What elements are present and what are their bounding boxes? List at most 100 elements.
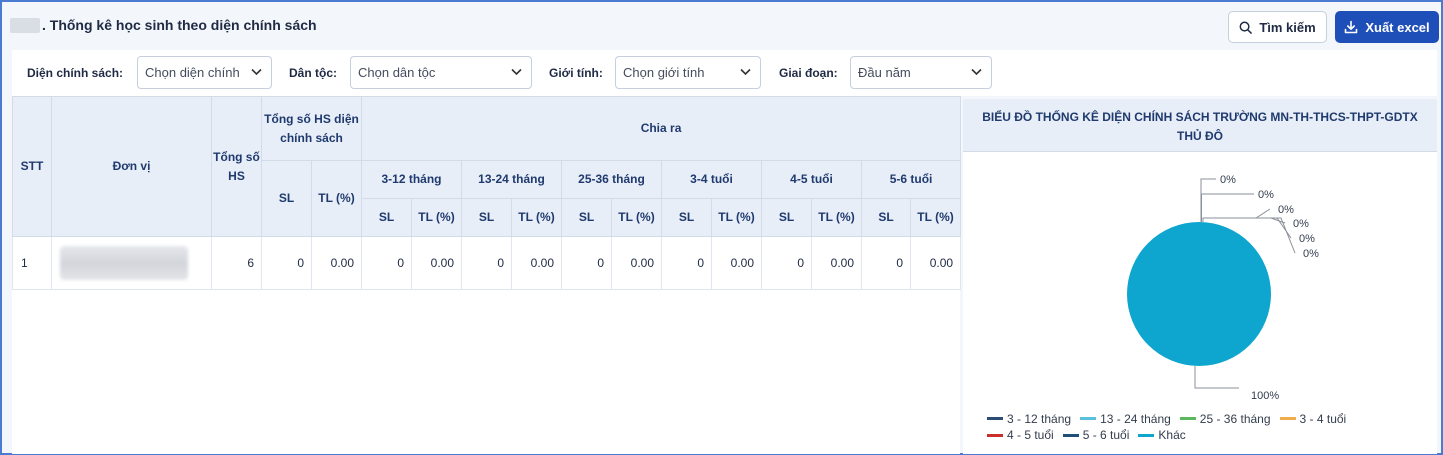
- slice-label-6: 100%: [1251, 390, 1279, 402]
- header-sl: SL: [661, 198, 712, 237]
- app-frame: . Thống kê học sinh theo diện chính sách…: [0, 0, 1443, 455]
- legend-item-0[interactable]: 3 - 12 tháng: [987, 412, 1071, 426]
- period-select[interactable]: Đầu năm: [850, 56, 992, 89]
- header-group-5-6-years: 5-6 tuổi: [860, 160, 962, 199]
- page-title: . Thống kê học sinh theo diện chính sách: [42, 17, 317, 33]
- header-tl: TL (%): [811, 198, 862, 237]
- legend-item-1[interactable]: 13 - 24 tháng: [1080, 412, 1171, 426]
- chevron-down-icon: [971, 68, 982, 76]
- legend-swatch-1: [1080, 417, 1097, 420]
- header-sl: SL: [361, 198, 412, 237]
- table-row[interactable]: 1 6 0 0.00 0 0.00 0 0.00 0 0.00 0 0.00 0…: [12, 236, 962, 290]
- policy-select[interactable]: Chọn diện chính: [137, 56, 272, 89]
- cell-sl: 0: [861, 236, 911, 290]
- gender-select[interactable]: Chọn giới tính: [615, 56, 761, 89]
- ethnic-select[interactable]: Chọn dân tộc: [350, 56, 532, 89]
- header-policy-tl: TL (%): [311, 160, 362, 237]
- ethnic-filter-label: Dân tộc:: [289, 66, 337, 80]
- export-button-label: Xuất excel: [1365, 19, 1430, 35]
- cell-tl: 0.00: [611, 236, 662, 290]
- legend-item-5[interactable]: 5 - 6 tuổi: [1062, 428, 1130, 442]
- period-filter-label: Giai đoạn:: [779, 66, 838, 80]
- header-unit: Đơn vị: [51, 96, 212, 237]
- policy-filter-label: Diện chính sách:: [27, 66, 124, 80]
- header-sl: SL: [761, 198, 812, 237]
- period-select-value: Đầu năm: [858, 65, 911, 80]
- legend-swatch-4: [987, 433, 1003, 437]
- statistics-table: STT Đơn vị Tổng số HS Tổng số HS diện ch…: [12, 96, 962, 290]
- header-tl: TL (%): [909, 198, 962, 237]
- legend-label-3: 3 - 4 tuổi: [1299, 411, 1347, 426]
- slice-label-5: 0%: [1303, 248, 1319, 260]
- legend-item-2[interactable]: 25 - 36 tháng: [1179, 411, 1271, 426]
- header-sl: SL: [461, 198, 512, 237]
- header-tl: TL (%): [611, 198, 662, 237]
- header-stt: STT: [12, 96, 52, 237]
- legend-label-2: 25 - 36 tháng: [1199, 411, 1271, 426]
- leader-line-3: [1202, 217, 1286, 224]
- pie-slice-6[interactable]: [1127, 222, 1271, 366]
- header-breakdown: Chia ra: [360, 96, 962, 161]
- header-policy-total: Tổng số HS diện chính sách: [261, 96, 362, 161]
- redacted-title-prefix: [10, 17, 40, 33]
- cell-sl: 0: [361, 236, 412, 290]
- legend-item-3[interactable]: 3 - 4 tuổi: [1279, 411, 1347, 426]
- cell-policy-tl: 0.00: [311, 236, 362, 290]
- chevron-down-icon: [740, 68, 751, 76]
- legend-item-6[interactable]: Khác: [1138, 428, 1186, 442]
- slice-label-4: 0%: [1299, 233, 1315, 245]
- statistics-table-area: STT Đơn vị Tổng số HS Tổng số HS diện ch…: [12, 96, 962, 454]
- cell-tl: 0.00: [811, 236, 862, 290]
- leader-line-0: [1200, 178, 1216, 222]
- header-group-25-36-months: 25-36 tháng: [561, 160, 662, 199]
- gender-filter-label: Giới tính:: [549, 66, 603, 80]
- legend-label-6: Khác: [1158, 428, 1186, 442]
- gender-select-value: Chọn giới tính: [623, 65, 705, 80]
- header-sl: SL: [561, 198, 612, 237]
- search-button-label: Tìm kiếm: [1259, 19, 1316, 35]
- cell-policy-sl: 0: [261, 236, 312, 290]
- header-group-13-24-months: 13-24 tháng: [461, 160, 562, 199]
- cell-total: 6: [211, 236, 262, 290]
- page-header: . Thống kê học sinh theo diện chính sách…: [8, 8, 1439, 46]
- legend-swatch-0: [987, 417, 1003, 420]
- leader-line-6: [1194, 366, 1239, 389]
- cell-tl: 0.00: [411, 236, 462, 290]
- cell-unit: [51, 236, 212, 290]
- chart-legend: 3 - 12 tháng 13 - 24 tháng 25 - 36 tháng 3 …: [987, 409, 1427, 442]
- cell-stt: 1: [12, 236, 52, 290]
- slice-label-0: 0%: [1220, 174, 1236, 186]
- cell-sl: 0: [661, 236, 712, 290]
- filter-bar: Diện chính sách: Chọn diện chính Dân tộc…: [12, 50, 1437, 96]
- slice-label-3: 0%: [1293, 218, 1309, 230]
- download-icon: [1345, 20, 1358, 34]
- legend-item-4[interactable]: 4 - 5 tuổi: [987, 428, 1054, 442]
- leader-line-2: [1202, 208, 1271, 222]
- legend-label-5: 5 - 6 tuổi: [1082, 428, 1130, 442]
- slice-label-2: 0%: [1278, 204, 1294, 216]
- cell-sl: 0: [561, 236, 612, 290]
- policy-select-value: Chọn diện chính: [145, 65, 240, 80]
- header-total: Tổng số HS: [211, 96, 262, 237]
- legend-label-4: 4 - 5 tuổi: [1007, 428, 1054, 442]
- header-tl: TL (%): [411, 198, 462, 237]
- export-excel-button[interactable]: Xuất excel: [1335, 11, 1439, 43]
- redacted-unit-name: [60, 246, 188, 280]
- legend-swatch-2: [1179, 417, 1196, 420]
- chevron-down-icon: [251, 68, 262, 76]
- legend-swatch-3: [1279, 417, 1296, 420]
- search-button[interactable]: Tìm kiếm: [1228, 11, 1327, 43]
- legend-swatch-6: [1138, 433, 1155, 437]
- title-wrap: . Thống kê học sinh theo diện chính sách: [10, 17, 317, 33]
- cell-tl: 0.00: [511, 236, 562, 290]
- ethnic-select-value: Chọn dân tộc: [358, 65, 436, 80]
- header-tl: TL (%): [511, 198, 562, 237]
- header-tl: TL (%): [711, 198, 762, 237]
- pie-chart: 0% 0% 0% 0% 0% 0% 100%: [1127, 174, 1319, 402]
- cell-sl: 0: [761, 236, 812, 290]
- legend-swatch-5: [1062, 433, 1079, 437]
- pie-chart-panel: BIỂU ĐỒ THỐNG KÊ DIỆN CHÍNH SÁCH TRƯỜNG …: [963, 99, 1437, 454]
- cell-tl: 0.00: [711, 236, 762, 290]
- header-group-4-5-years: 4-5 tuổi: [761, 160, 862, 199]
- cell-tl: 0.00: [909, 236, 962, 290]
